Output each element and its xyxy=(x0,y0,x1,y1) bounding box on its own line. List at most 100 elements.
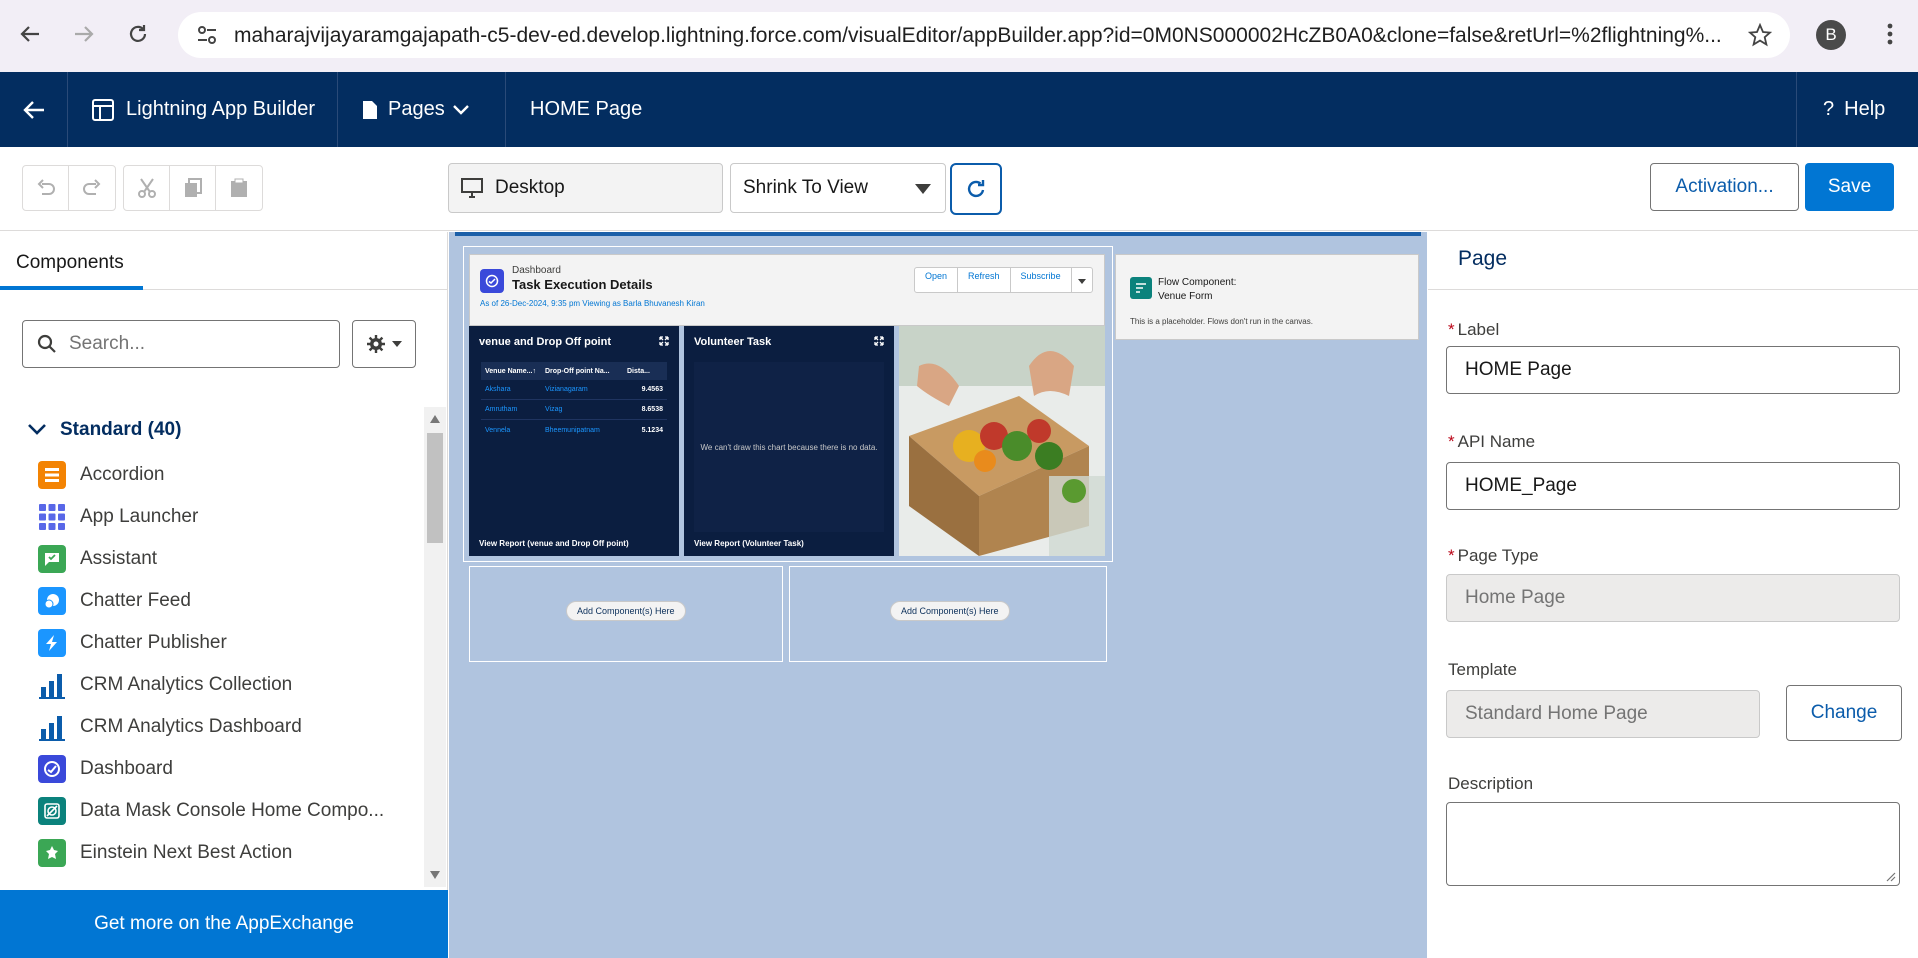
copy-button[interactable] xyxy=(170,166,216,210)
canvas-page: Dashboard Task Execution Details As of 2… xyxy=(455,232,1421,958)
component-item-accordion[interactable]: Accordion xyxy=(38,460,165,490)
help-button[interactable]: ? Help xyxy=(1796,72,1918,147)
required-marker: * xyxy=(1448,432,1455,451)
component-item-chatter-feed[interactable]: Chatter Feed xyxy=(38,586,191,616)
page-canvas: Dashboard Task Execution Details As of 2… xyxy=(449,232,1427,958)
component-label: Data Mask Console Home Compo... xyxy=(80,800,385,821)
add-component-button[interactable]: Add Component(s) Here xyxy=(890,601,1010,621)
expand-icon xyxy=(659,336,669,346)
appexchange-link[interactable]: Get more on the AppExchange xyxy=(0,890,448,958)
component-item-einstein-next-best-action[interactable]: Einstein Next Best Action xyxy=(38,838,292,868)
dashboard-open-button[interactable]: Open xyxy=(915,268,959,292)
caret-down-icon xyxy=(915,184,931,194)
change-template-button[interactable]: Change xyxy=(1786,685,1902,741)
caret-down-icon xyxy=(392,341,402,347)
refresh-canvas-button[interactable] xyxy=(950,163,1002,215)
data-table: Venue Name...↑ Drop-Off point Na... Dist… xyxy=(481,362,667,452)
profile-avatar[interactable]: B xyxy=(1816,20,1846,50)
report-card-venue[interactable]: venue and Drop Off point Venue Name...↑ … xyxy=(469,326,679,556)
cut-button[interactable] xyxy=(124,166,170,210)
table-cell: Akshara xyxy=(485,386,511,393)
undo-button[interactable] xyxy=(23,166,69,210)
api-name-field[interactable]: HOME_Page xyxy=(1446,462,1900,510)
chevron-down-icon xyxy=(28,424,46,435)
add-component-button[interactable]: Add Component(s) Here xyxy=(566,601,686,621)
component-list-scrollbar[interactable] xyxy=(424,407,446,887)
required-marker: * xyxy=(1448,546,1455,565)
component-settings-button[interactable] xyxy=(352,320,416,368)
undo-redo-group xyxy=(22,165,116,211)
description-field-label: Description xyxy=(1448,774,1534,793)
component-item-dashboard[interactable]: Dashboard xyxy=(38,754,173,784)
component-search-input[interactable]: Search... xyxy=(22,320,340,368)
dashboard-refresh-button[interactable]: Refresh xyxy=(958,268,1011,292)
app-builder-header: Lightning App Builder Pages HOME Page ? … xyxy=(0,72,1918,147)
flow-title: Flow Component: xyxy=(1158,277,1237,288)
label-field-label: * Label xyxy=(1448,320,1500,339)
pages-menu[interactable]: Pages xyxy=(338,72,506,147)
component-drop-zone[interactable]: Add Component(s) Here xyxy=(469,566,783,662)
help-icon: ? xyxy=(1823,98,1835,120)
component-item-assistant[interactable]: Assistant xyxy=(38,544,157,574)
report-card-volunteer[interactable]: Volunteer Task We can't draw this chart … xyxy=(684,326,894,556)
forward-icon[interactable] xyxy=(66,16,102,52)
card-footer-link[interactable]: View Report (Volunteer Task) xyxy=(694,539,804,548)
cut-icon xyxy=(137,178,156,198)
chevron-down-icon xyxy=(452,104,469,115)
dashboard-subscribe-button[interactable]: Subscribe xyxy=(1011,268,1072,292)
scrollbar-thumb[interactable] xyxy=(427,433,443,543)
component-label: Accordion xyxy=(80,464,165,485)
assistant-icon xyxy=(38,545,66,573)
site-settings-icon[interactable] xyxy=(196,25,218,50)
description-textarea[interactable] xyxy=(1446,802,1900,886)
resize-handle-icon[interactable] xyxy=(1886,872,1896,882)
dashboard-icon xyxy=(480,269,504,293)
dashboard-type-label: Dashboard xyxy=(512,265,561,276)
card-title: venue and Drop Off point xyxy=(479,336,611,348)
component-drop-zone[interactable]: Add Component(s) Here xyxy=(789,566,1107,662)
activation-button[interactable]: Activation... xyxy=(1650,163,1799,211)
zoom-value: Shrink To View xyxy=(743,177,868,198)
redo-button[interactable] xyxy=(69,166,115,210)
zoom-selector[interactable]: Shrink To View xyxy=(730,163,946,213)
back-to-setup-button[interactable] xyxy=(0,72,68,147)
data-mask-icon xyxy=(38,797,66,825)
paste-button[interactable] xyxy=(216,166,262,210)
device-selector[interactable]: Desktop xyxy=(448,163,723,213)
table-cell: 5.1234 xyxy=(641,426,663,434)
component-item-data-mask-console[interactable]: Data Mask Console Home Compo... xyxy=(38,796,384,826)
browser-toolbar: maharajvijayaramgajapath-c5-dev-ed.devel… xyxy=(0,0,1918,72)
tab-components-label: Components xyxy=(16,252,124,273)
card-footer-link[interactable]: View Report (venue and Drop Off point) xyxy=(479,539,629,548)
clipboard-group xyxy=(123,165,263,211)
dashboard-more-button[interactable] xyxy=(1072,268,1092,292)
component-label: CRM Analytics Collection xyxy=(80,674,293,695)
component-item-crm-analytics-collection[interactable]: CRM Analytics Collection xyxy=(38,670,292,700)
empty-chart: We can't draw this chart because there i… xyxy=(694,362,884,532)
component-item-crm-analytics-dashboard[interactable]: CRM Analytics Dashboard xyxy=(38,712,302,742)
desktop-icon xyxy=(461,178,483,198)
flow-component[interactable]: Flow Component: Venue Form This is a pla… xyxy=(1115,254,1419,340)
copy-icon xyxy=(184,178,202,197)
component-item-chatter-publisher[interactable]: Chatter Publisher xyxy=(38,628,227,658)
flow-placeholder-note: This is a placeholder. Flows don't run i… xyxy=(1130,317,1313,326)
standard-group-label: Standard (40) xyxy=(60,419,182,440)
component-item-app-launcher[interactable]: App Launcher xyxy=(38,502,198,532)
browser-menu-icon[interactable] xyxy=(1872,16,1908,52)
pages-label: Pages xyxy=(388,98,445,120)
bookmark-star-icon[interactable] xyxy=(1747,22,1773,52)
reload-icon[interactable] xyxy=(120,16,156,52)
accordion-icon xyxy=(38,461,66,489)
dashboard-header-component[interactable]: Dashboard Task Execution Details As of 2… xyxy=(469,254,1105,326)
dashboard-title: Task Execution Details xyxy=(512,277,653,292)
save-button[interactable]: Save xyxy=(1805,163,1894,211)
label-field[interactable]: HOME Page xyxy=(1446,346,1900,394)
back-icon[interactable] xyxy=(12,16,48,52)
standard-group-header[interactable]: Standard (40) xyxy=(28,419,181,441)
tab-components[interactable]: Components xyxy=(0,232,448,290)
address-bar[interactable]: maharajvijayaramgajapath-c5-dev-ed.devel… xyxy=(178,12,1790,58)
app-launcher-icon xyxy=(38,503,66,531)
component-list: Standard (40) Accordion App Launcher Ass… xyxy=(0,407,426,887)
properties-panel: Page * Label HOME Page * API Name HOME_Pag… xyxy=(1428,232,1918,958)
component-label: Chatter Feed xyxy=(80,590,191,611)
